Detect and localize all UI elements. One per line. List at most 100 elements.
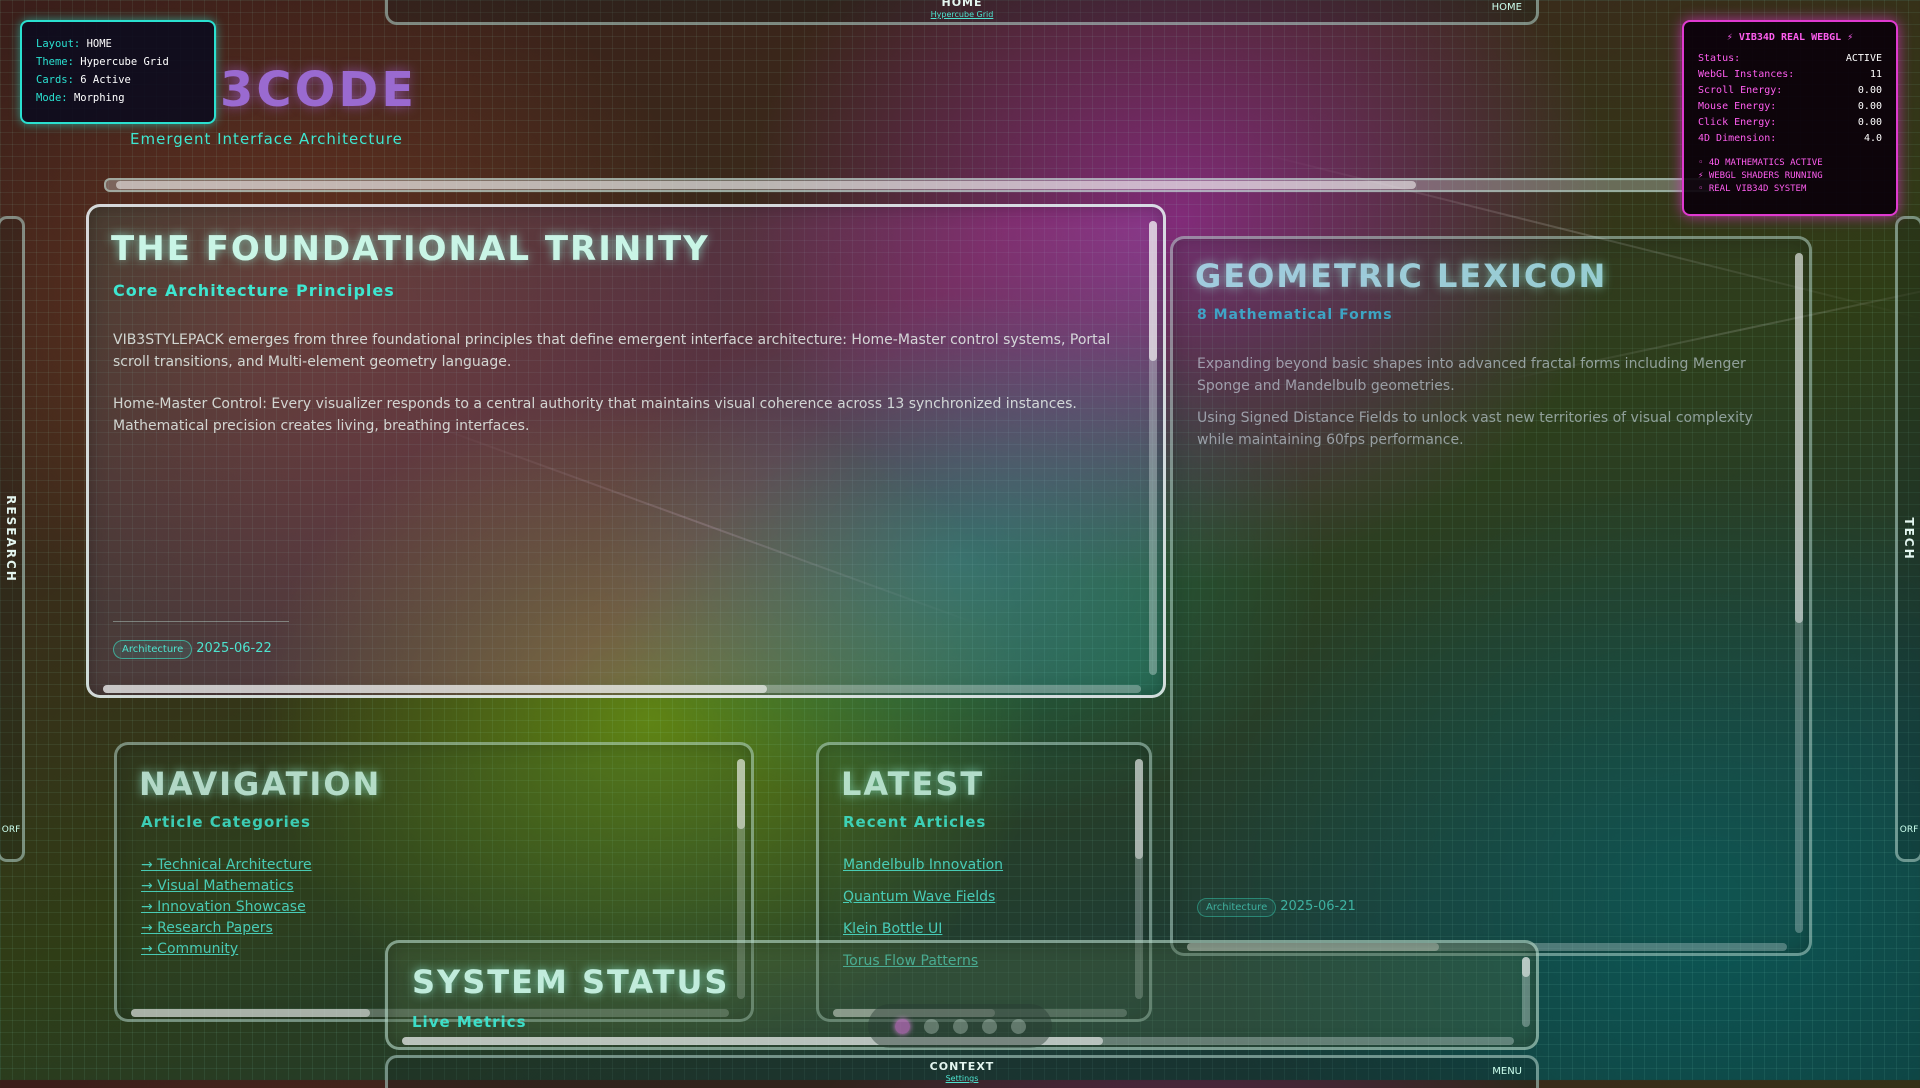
layout-value: HOME — [86, 38, 112, 50]
category-link[interactable]: → Community — [141, 941, 312, 962]
page-dot[interactable] — [923, 1018, 939, 1034]
right-side-tab[interactable]: TECH ORF — [1895, 216, 1920, 862]
page-dot[interactable] — [952, 1018, 968, 1034]
vertical-scrollbar[interactable] — [1522, 957, 1530, 1027]
category-list: → Technical Architecture → Visual Mathem… — [141, 857, 312, 962]
info-key: Theme: — [36, 56, 74, 68]
scrollbar-thumb[interactable] — [116, 181, 1416, 189]
page-dot[interactable] — [1010, 1018, 1026, 1034]
webgl-value: 4.0 — [1863, 133, 1882, 144]
top-bar-title[interactable]: HOME — [388, 0, 1536, 9]
scrollbar-thumb[interactable] — [1522, 957, 1530, 977]
card-title: NAVIGATION — [139, 765, 382, 803]
left-side-tab[interactable]: RESEARCH ORF — [0, 216, 25, 862]
vertical-scrollbar[interactable] — [1795, 253, 1803, 933]
bottom-bar-menu-link[interactable]: MENU — [1492, 1066, 1522, 1077]
webgl-row: Scroll Energy: 0.00 — [1698, 85, 1882, 101]
card-meta: Architecture 2025-06-21 — [1197, 895, 1356, 917]
lexicon-card[interactable]: GEOMETRIC LEXICON 8 Mathematical Forms E… — [1170, 236, 1812, 956]
webgl-note: ⚡ WEBGL SHADERS RUNNING — [1698, 171, 1823, 181]
card-paragraph: Home-Master Control: Every visualizer re… — [113, 396, 1077, 434]
scrollbar-thumb[interactable] — [737, 759, 745, 829]
theme-value: Hypercube Grid — [80, 56, 169, 68]
webgl-row: Status: ACTIVE — [1698, 53, 1882, 69]
webgl-row: 4D Dimension: 4.0 — [1698, 133, 1882, 149]
webgl-note: ◦ REAL VIB34D SYSTEM — [1698, 184, 1807, 194]
webgl-status-panel: ⚡ VIB34D REAL WEBGL ⚡ Status: ACTIVE WebG… — [1682, 20, 1898, 216]
webgl-key: Click Energy: — [1698, 117, 1777, 128]
scrollbar-thumb[interactable] — [1135, 759, 1143, 859]
vertical-scrollbar[interactable] — [1149, 221, 1157, 675]
webgl-row: Mouse Energy: 0.00 — [1698, 101, 1882, 117]
scrollbar-thumb[interactable] — [103, 685, 768, 693]
card-title: GEOMETRIC LEXICON — [1195, 257, 1608, 295]
webgl-value: ACTIVE — [1845, 53, 1882, 64]
page-dot[interactable] — [981, 1018, 997, 1034]
webgl-key: 4D Dimension: — [1698, 133, 1777, 144]
webgl-note: ◦ 4D MATHEMATICS ACTIVE — [1698, 158, 1823, 168]
webgl-key: Mouse Energy: — [1698, 101, 1777, 112]
page-dots — [868, 1004, 1052, 1048]
info-key: Layout: — [36, 38, 81, 50]
brand-tagline: Emergent Interface Architecture — [130, 130, 403, 148]
category-link[interactable]: → Technical Architecture — [141, 857, 312, 878]
article-link[interactable]: Mandelbulb Innovation — [843, 857, 1003, 889]
card-meta: Architecture 2025-06-22 — [113, 637, 272, 659]
card-paragraph: Using Signed Distance Fields to unlock v… — [1197, 410, 1753, 448]
webgl-key: Scroll Energy: — [1698, 85, 1783, 96]
trinity-card[interactable]: THE FOUNDATIONAL TRINITY Core Architectu… — [86, 204, 1166, 698]
top-nav-bar[interactable]: HOME Hypercube Grid HOME — [385, 0, 1539, 25]
card-date: 2025-06-22 — [196, 641, 272, 656]
card-divider — [113, 621, 289, 622]
article-link[interactable]: Quantum Wave Fields — [843, 889, 1003, 921]
layout-info-box: Layout: HOME Theme: Hypercube Grid Cards… — [20, 20, 216, 124]
category-link[interactable]: → Visual Mathematics — [141, 878, 312, 899]
webgl-notes: ◦ 4D MATHEMATICS ACTIVE ⚡ WEBGL SHADERS … — [1698, 157, 1882, 196]
webgl-row: Click Energy: 0.00 — [1698, 117, 1882, 133]
left-tab-label: RESEARCH — [4, 495, 18, 583]
category-link[interactable]: → Innovation Showcase — [141, 899, 312, 920]
left-tab-small-label: ORF — [1, 825, 21, 835]
card-subtitle: 8 Mathematical Forms — [1197, 307, 1393, 323]
bottom-bar-title[interactable]: CONTEXT — [388, 1060, 1536, 1073]
card-title: SYSTEM STATUS — [412, 963, 730, 1001]
webgl-header: ⚡ VIB34D REAL WEBGL ⚡ — [1726, 32, 1854, 43]
card-subtitle: Core Architecture Principles — [113, 281, 395, 300]
mode-value: Morphing — [73, 92, 125, 104]
card-paragraph: VIB3STYLEPACK emerges from three foundat… — [113, 332, 1111, 370]
card-subtitle: Live Metrics — [412, 1013, 527, 1031]
right-tab-small-label: ORF — [1899, 825, 1919, 835]
info-key: Mode: — [36, 92, 68, 104]
webgl-value: 11 — [1869, 69, 1882, 80]
card-title: THE FOUNDATIONAL TRINITY — [111, 229, 710, 269]
webgl-value: 0.00 — [1857, 101, 1882, 112]
webgl-key: WebGL Instances: — [1698, 69, 1795, 80]
brand-header: 3CODE Emergent Interface Architecture — [98, 30, 1718, 192]
webgl-value: 0.00 — [1857, 117, 1882, 128]
card-subtitle: Article Categories — [141, 813, 311, 831]
card-paragraph: Expanding beyond basic shapes into advan… — [1197, 356, 1746, 394]
info-key: Cards: — [36, 74, 74, 86]
right-tab-label: TECH — [1902, 517, 1916, 561]
horizontal-scrollbar[interactable] — [103, 685, 1141, 693]
webgl-key: Status: — [1698, 53, 1741, 64]
card-title: LATEST — [841, 765, 985, 803]
cards-value: 6 Active — [80, 74, 131, 86]
category-tag[interactable]: Architecture — [1197, 898, 1277, 917]
top-bar-home-link[interactable]: HOME — [1492, 2, 1522, 13]
top-bar-subtitle[interactable]: Hypercube Grid — [388, 10, 1536, 19]
webgl-value: 0.00 — [1857, 85, 1882, 96]
card-subtitle: Recent Articles — [843, 813, 987, 831]
bottom-bar-subtitle[interactable]: Settings — [388, 1074, 1536, 1083]
scrollbar-thumb[interactable] — [1795, 253, 1803, 623]
scrollbar-thumb[interactable] — [131, 1009, 371, 1017]
header-horizontal-scrollbar[interactable] — [104, 178, 1718, 192]
category-link[interactable]: → Research Papers — [141, 920, 312, 941]
scrollbar-thumb[interactable] — [1149, 221, 1157, 361]
card-date: 2025-06-21 — [1280, 899, 1356, 914]
page-dot[interactable] — [894, 1018, 910, 1034]
category-tag[interactable]: Architecture — [113, 640, 193, 659]
webgl-row: WebGL Instances: 11 — [1698, 69, 1882, 85]
bottom-nav-bar[interactable]: CONTEXT Settings MENU — [385, 1055, 1539, 1088]
brand-logo: 3CODE — [220, 62, 418, 118]
